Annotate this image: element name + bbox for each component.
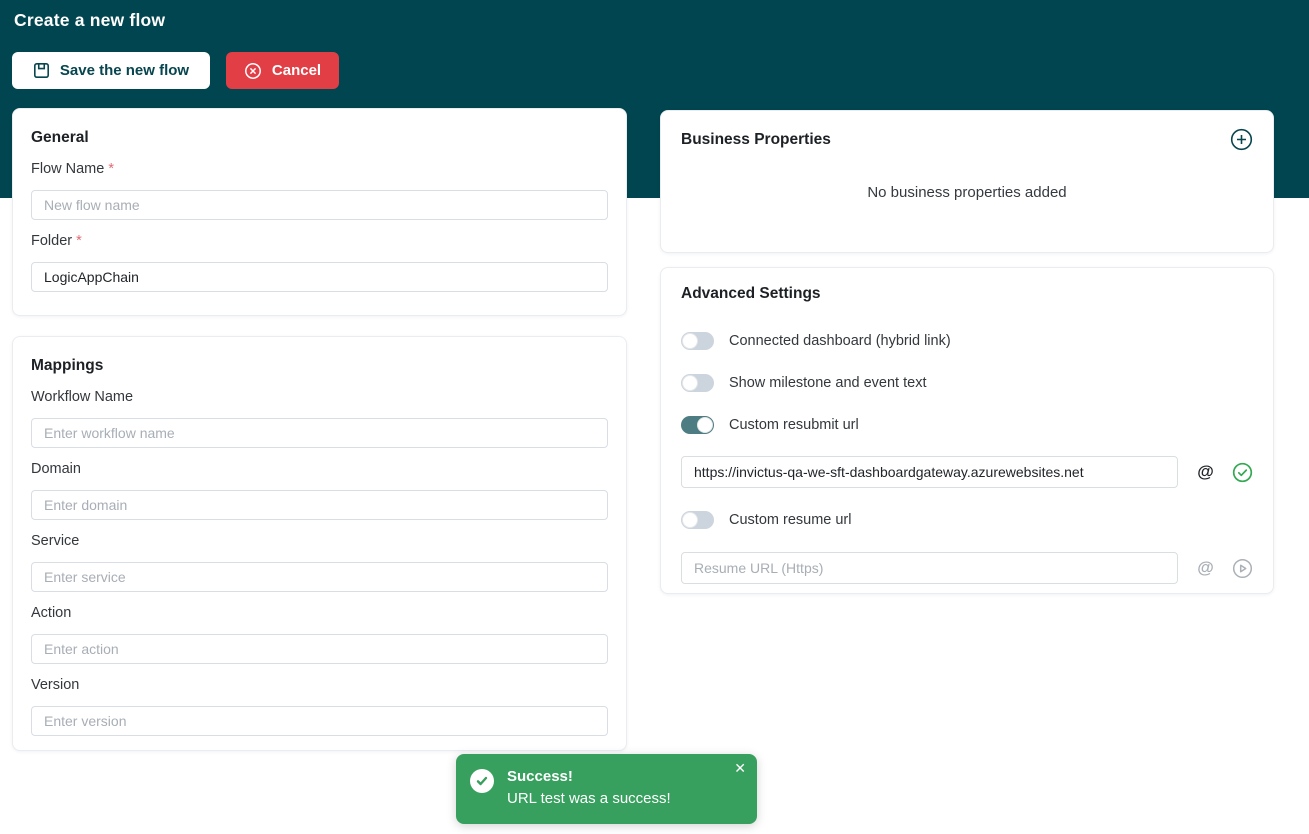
- toggle-knob: [682, 333, 698, 349]
- action-label: Action: [31, 605, 608, 621]
- advanced-settings-card: Advanced Settings Connected dashboard (h…: [660, 267, 1274, 594]
- show-milestone-toggle[interactable]: [681, 374, 714, 392]
- toggle-knob: [697, 417, 713, 433]
- cancel-button[interactable]: Cancel: [226, 52, 339, 89]
- save-button-label: Save the new flow: [60, 62, 189, 79]
- play-circle-icon: [1232, 567, 1253, 582]
- business-properties-empty-text: No business properties added: [681, 184, 1253, 201]
- general-card: General Flow Name* Folder*: [12, 108, 627, 316]
- add-business-property-button[interactable]: [1230, 128, 1253, 151]
- flow-name-input[interactable]: [31, 190, 608, 220]
- check-circle-icon: [1232, 471, 1253, 486]
- save-icon: [33, 62, 50, 79]
- business-properties-header: Business Properties: [681, 128, 1253, 151]
- general-card-title: General: [31, 129, 608, 147]
- toggle-knob: [682, 512, 698, 528]
- workflow-name-input[interactable]: [31, 418, 608, 448]
- toggle-knob: [682, 375, 698, 391]
- connected-dashboard-label: Connected dashboard (hybrid link): [729, 333, 951, 349]
- resubmit-url-row: @: [681, 456, 1253, 488]
- resume-url-input[interactable]: [681, 552, 1178, 584]
- business-properties-title: Business Properties: [681, 131, 831, 149]
- page-title: Create a new flow: [14, 10, 165, 31]
- toggle-row-show-milestone: Show milestone and event text: [681, 373, 1253, 393]
- at-sign-icon[interactable]: @: [1194, 460, 1217, 484]
- success-toast: Success! URL test was a success! ✕: [456, 754, 757, 824]
- custom-resume-label: Custom resume url: [729, 512, 851, 528]
- toast-title: Success!: [507, 768, 671, 785]
- toast-text: Success! URL test was a success!: [507, 767, 671, 811]
- mappings-card-title: Mappings: [31, 357, 608, 375]
- action-button-row: Save the new flow Cancel: [12, 52, 339, 89]
- cancel-circle-x-icon: [244, 62, 262, 80]
- advanced-settings-title: Advanced Settings: [681, 285, 1253, 303]
- business-properties-card: Business Properties No business properti…: [660, 110, 1274, 253]
- folder-input[interactable]: [31, 262, 608, 292]
- toggle-row-custom-resume: Custom resume url: [681, 510, 1253, 530]
- resume-url-row: @: [681, 552, 1253, 584]
- success-check-icon: [470, 769, 494, 793]
- url-test-button[interactable]: [1232, 558, 1253, 579]
- domain-label: Domain: [31, 461, 608, 477]
- custom-resubmit-label: Custom resubmit url: [729, 417, 859, 433]
- url-test-success-button[interactable]: [1232, 462, 1253, 483]
- custom-resubmit-toggle[interactable]: [681, 416, 714, 434]
- cancel-button-label: Cancel: [272, 62, 321, 79]
- resubmit-url-input[interactable]: [681, 456, 1178, 488]
- mappings-card: Mappings Workflow Name Domain Service Ac…: [12, 336, 627, 751]
- service-label: Service: [31, 533, 608, 549]
- save-button[interactable]: Save the new flow: [12, 52, 210, 89]
- connected-dashboard-toggle[interactable]: [681, 332, 714, 350]
- toast-close-icon[interactable]: ✕: [734, 760, 746, 777]
- workflow-name-label: Workflow Name: [31, 389, 608, 405]
- toggle-row-custom-resubmit: Custom resubmit url: [681, 415, 1253, 435]
- version-input[interactable]: [31, 706, 608, 736]
- toast-message: URL test was a success!: [507, 790, 671, 807]
- service-input[interactable]: [31, 562, 608, 592]
- domain-input[interactable]: [31, 490, 608, 520]
- version-label: Version: [31, 677, 608, 693]
- show-milestone-label: Show milestone and event text: [729, 375, 926, 391]
- plus-circle-icon: [1230, 139, 1253, 154]
- action-input[interactable]: [31, 634, 608, 664]
- folder-label: Folder*: [31, 233, 608, 249]
- flow-name-label: Flow Name*: [31, 161, 608, 177]
- at-sign-icon[interactable]: @: [1194, 556, 1217, 580]
- toggle-row-connected-dashboard: Connected dashboard (hybrid link): [681, 331, 1253, 351]
- required-marker: *: [76, 233, 82, 249]
- required-marker: *: [108, 161, 114, 177]
- custom-resume-toggle[interactable]: [681, 511, 714, 529]
